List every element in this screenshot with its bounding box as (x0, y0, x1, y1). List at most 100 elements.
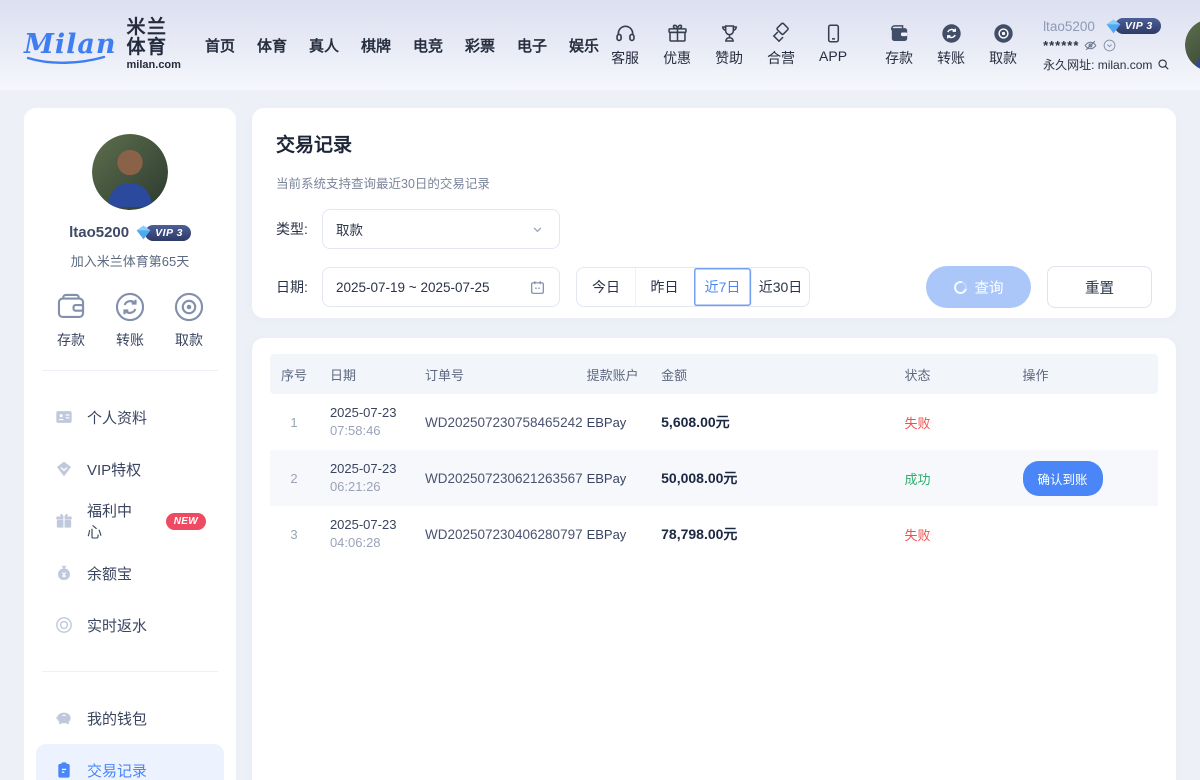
table-header-row: 序号 日期 订单号 提款账户 金额 状态 操作 (270, 354, 1158, 394)
row-date: 2025-07-23 (330, 404, 401, 422)
moneybag-icon (54, 563, 74, 583)
query-button[interactable]: 查询 (926, 266, 1031, 308)
range-last7days-button[interactable]: 近7日 (693, 268, 751, 306)
deposit-link[interactable]: 存款 (877, 22, 921, 68)
row-index: 2 (270, 450, 318, 506)
withdraw-link[interactable]: 取款 (981, 22, 1025, 68)
date-range-input[interactable]: 2025-07-19 ~ 2025-07-25 (322, 267, 560, 307)
date-filter-row: 日期: 2025-07-19 ~ 2025-07-25 今日 昨日 近7日 近3… (276, 266, 1152, 308)
row-time: 04:06:28 (330, 534, 401, 552)
type-select-value: 取款 (336, 219, 363, 239)
sidebar-item-benefits[interactable]: 福利中心 NEW (36, 495, 224, 547)
loading-spinner-icon (951, 278, 969, 296)
nav-item-home[interactable]: 首页 (201, 29, 239, 62)
sidebar-menu-primary: 个人资料 VIP特权 福利中心 NEW 余额宝 实时返水 (36, 391, 224, 651)
transactions-table: 序号 日期 订单号 提款账户 金额 状态 操作 1 2025-07-23 (270, 354, 1158, 562)
range-today-button[interactable]: 今日 (577, 268, 635, 306)
withdraw-icon (992, 22, 1015, 45)
col-header-account: 提款账户 (575, 354, 650, 394)
diamond-icon (54, 459, 74, 479)
sidebar-withdraw-action[interactable]: 取款 (172, 290, 206, 350)
sidebar-item-vip[interactable]: VIP特权 (36, 443, 224, 495)
service-link[interactable]: 客服 (603, 22, 647, 68)
filter-actions: 查询 重置 (926, 266, 1152, 308)
withdraw-label: 取款 (989, 48, 1017, 68)
transaction-records-icon (54, 760, 74, 780)
calendar-icon (529, 279, 546, 296)
nav-item-slots[interactable]: 电子 (513, 29, 551, 62)
sidebar-transfer-action[interactable]: 转账 (113, 290, 147, 350)
new-badge: NEW (166, 513, 206, 530)
sidebar-username: ltao5200 (69, 224, 129, 241)
magnifier-icon[interactable] (1156, 57, 1171, 72)
filter-panel: 交易记录 当前系统支持查询最近30日的交易记录 类型: 取款 日期: 2025-… (252, 108, 1176, 318)
chevron-circle-icon[interactable] (1102, 38, 1117, 53)
sidebar-item-profile-label: 个人资料 (87, 407, 147, 428)
sponsor-label: 赞助 (715, 48, 743, 68)
page-subtitle: 当前系统支持查询最近30日的交易记录 (276, 173, 1152, 192)
sponsor-link[interactable]: 赞助 (707, 22, 751, 68)
topbar-quick-links: 客服 优惠 赞助 合营 APP (603, 22, 855, 68)
row-datetime: 2025-07-23 04:06:28 (318, 506, 413, 562)
transfer-label: 转账 (937, 48, 965, 68)
nav-item-lottery[interactable]: 彩票 (461, 29, 499, 62)
row-order-no: WD202507230406280797 (413, 506, 575, 562)
range-last30days-button[interactable]: 近30日 (751, 268, 809, 306)
row-status: 成功 (892, 450, 1010, 506)
reset-button[interactable]: 重置 (1047, 266, 1152, 308)
sidebar-withdraw-label: 取款 (175, 330, 203, 350)
nav-item-live[interactable]: 真人 (305, 29, 343, 62)
site-logo[interactable]: Milan 米兰体育 milan.com (24, 18, 181, 71)
col-header-action: 操作 (1011, 354, 1158, 394)
date-range-value: 2025-07-19 ~ 2025-07-25 (336, 280, 490, 295)
id-card-icon (54, 407, 74, 427)
sidebar: ltao5200 VIP 3 加入米兰体育第65天 存款 转账 取款 (24, 108, 236, 780)
permanent-url-label: 永久网址: milan.com (1043, 56, 1152, 73)
table-row: 1 2025-07-23 07:58:46 WD2025072307584652… (270, 394, 1158, 450)
promo-label: 优惠 (663, 48, 691, 68)
eye-off-icon[interactable] (1083, 38, 1098, 53)
row-action-cell (1011, 394, 1158, 450)
row-amount: 50,008.00元 (649, 450, 892, 506)
table-row: 2 2025-07-23 06:21:26 WD2025072306212635… (270, 450, 1158, 506)
sidebar-item-rebate[interactable]: 实时返水 (36, 599, 224, 651)
masked-balance: ****** (1043, 39, 1079, 52)
deposit-wallet-outline-icon (54, 290, 88, 324)
sidebar-item-vip-label: VIP特权 (87, 459, 141, 480)
row-action-cell (1011, 506, 1158, 562)
topbar-right: 客服 优惠 赞助 合营 APP 存款 (603, 18, 1200, 73)
row-order-no: WD202507230758465242 (413, 394, 575, 450)
records-panel: 序号 日期 订单号 提款账户 金额 状态 操作 1 2025-07-23 (252, 338, 1176, 780)
sidebar-item-my-wallet[interactable]: 我的钱包 (36, 692, 224, 744)
username: ltao5200 (1043, 19, 1095, 34)
user-avatar[interactable] (1185, 19, 1200, 71)
nav-item-esports[interactable]: 电竞 (409, 29, 447, 62)
chevron-down-icon (529, 221, 546, 238)
range-yesterday-button[interactable]: 昨日 (635, 268, 693, 306)
nav-item-board-games[interactable]: 棋牌 (357, 29, 395, 62)
date-range-quick-group: 今日 昨日 近7日 近30日 (576, 267, 810, 307)
row-amount: 78,798.00元 (649, 506, 892, 562)
partner-label: 合营 (767, 48, 795, 68)
confirm-received-button[interactable]: 确认到账 (1023, 461, 1103, 496)
sidebar-item-yuebao[interactable]: 余额宝 (36, 547, 224, 599)
col-header-date: 日期 (318, 354, 413, 394)
nav-item-entertainment[interactable]: 娱乐 (565, 29, 603, 62)
profile-avatar (92, 134, 168, 210)
headset-icon (614, 22, 637, 45)
promo-link[interactable]: 优惠 (655, 22, 699, 68)
app-link[interactable]: APP (811, 22, 855, 68)
page-title: 交易记录 (276, 130, 1152, 157)
phone-icon (822, 22, 845, 45)
row-date: 2025-07-23 (330, 516, 401, 534)
row-account: EBPay (575, 506, 650, 562)
sidebar-item-transaction-records-label: 交易记录 (87, 760, 147, 780)
type-select[interactable]: 取款 (322, 209, 560, 249)
sidebar-item-profile[interactable]: 个人资料 (36, 391, 224, 443)
sidebar-divider (42, 671, 218, 672)
partner-link[interactable]: 合营 (759, 22, 803, 68)
sidebar-item-transaction-records[interactable]: 交易记录 (36, 744, 224, 780)
sidebar-deposit-action[interactable]: 存款 (54, 290, 88, 350)
nav-item-sports[interactable]: 体育 (253, 29, 291, 62)
transfer-link[interactable]: 转账 (929, 22, 973, 68)
